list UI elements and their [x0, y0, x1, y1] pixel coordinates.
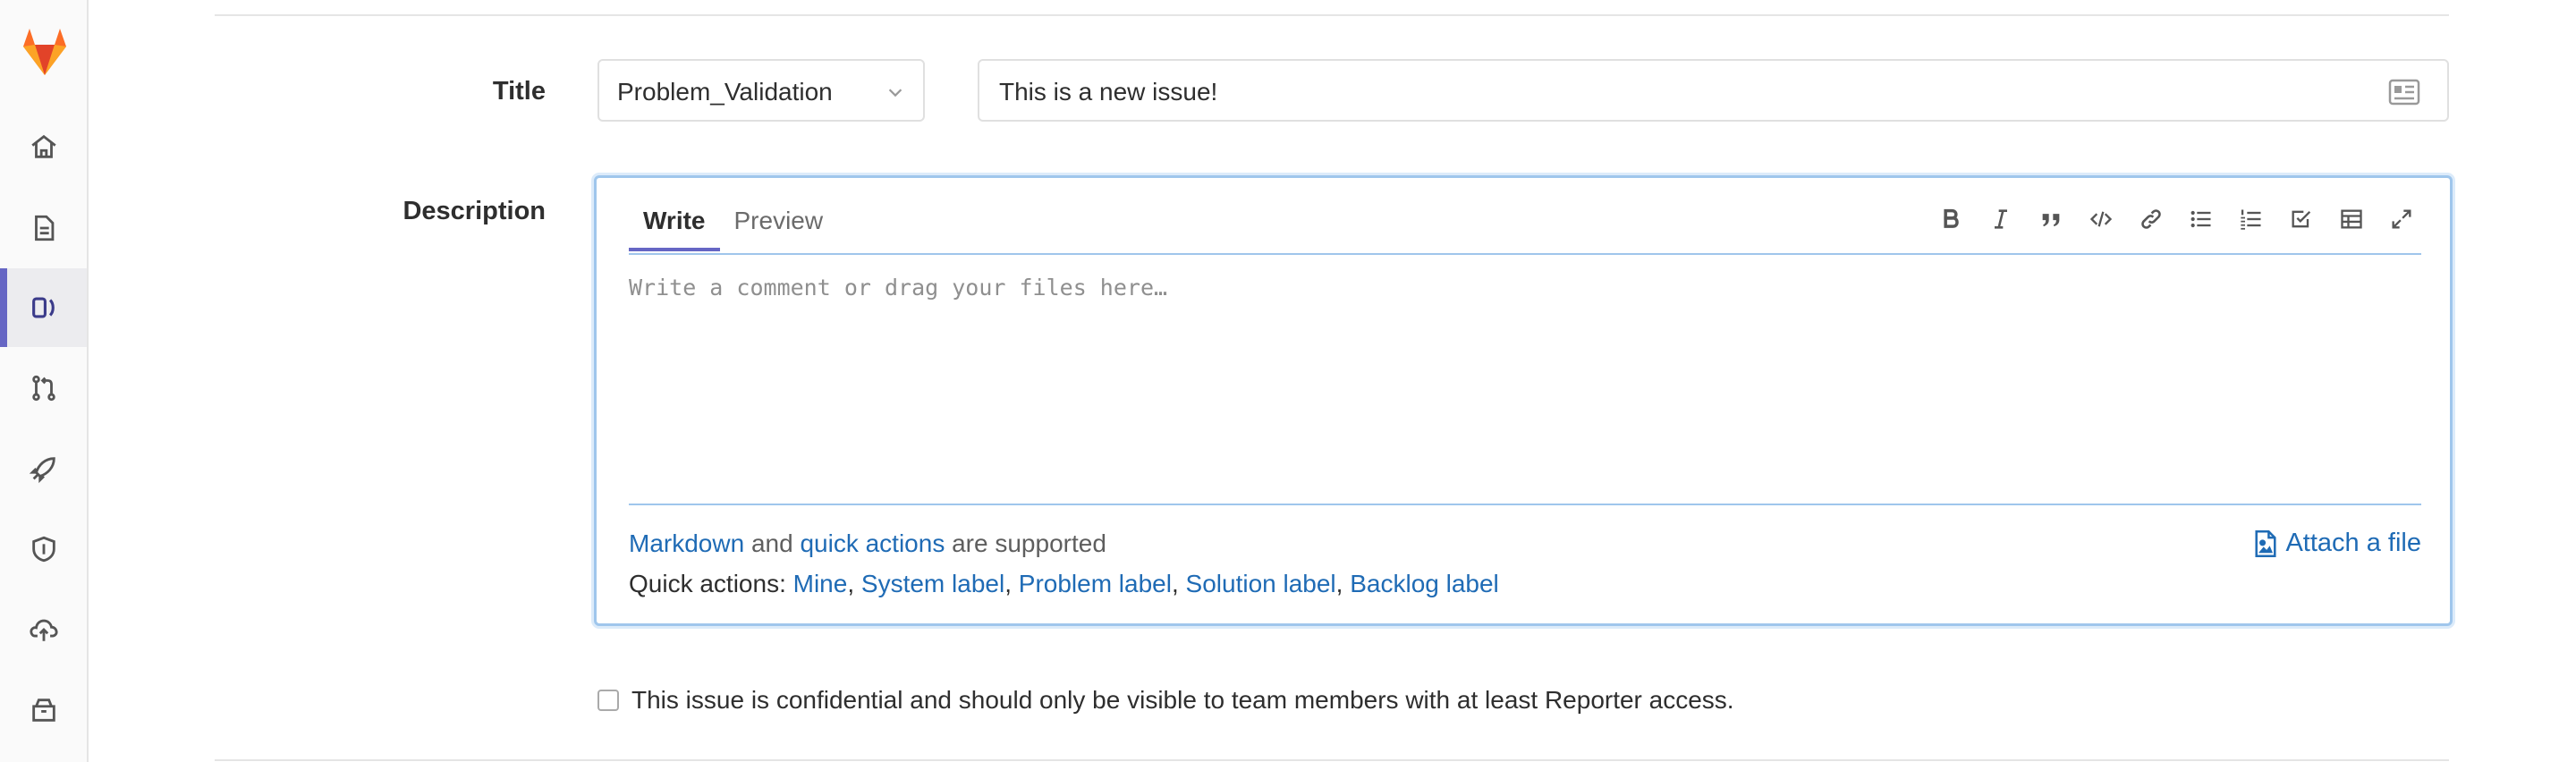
shield-icon	[31, 536, 55, 563]
numbered-list-button[interactable]	[2235, 203, 2267, 235]
table-icon	[2341, 209, 2362, 229]
description-label: Description	[402, 197, 546, 225]
document-icon	[34, 215, 54, 241]
top-divider	[215, 14, 2449, 16]
merge-request-icon	[31, 375, 55, 402]
confidential-option: This issue is confidential and should on…	[597, 686, 1734, 715]
attach-file-label: Attach a file	[2285, 529, 2421, 557]
attach-file-button[interactable]: Attach a file	[2253, 529, 2421, 558]
description-textarea[interactable]	[629, 255, 2421, 502]
confidential-checkbox[interactable]	[597, 690, 619, 711]
task-list-button[interactable]	[2285, 203, 2318, 235]
sidebar-item-packages[interactable]	[0, 671, 87, 749]
code-button[interactable]	[2085, 203, 2117, 235]
sidebar-item-project-overview[interactable]	[0, 107, 87, 186]
chevron-down-icon	[888, 89, 902, 97]
cloud-upload-icon	[29, 619, 58, 641]
editor-footer-divider	[629, 504, 2421, 505]
quick-action-item[interactable]: Mine	[793, 570, 848, 597]
bold-button[interactable]	[1935, 203, 1967, 235]
fullscreen-icon	[2392, 209, 2411, 229]
bullet-list-icon	[2190, 210, 2211, 228]
bottom-divider	[215, 759, 2449, 761]
tab-preview[interactable]: Preview	[720, 199, 838, 254]
sidebar	[0, 0, 89, 762]
template-select[interactable]: Problem_Validation	[597, 59, 925, 122]
sidebar-item-operations[interactable]	[0, 590, 87, 669]
image-file-icon	[2255, 529, 2277, 557]
italic-icon	[1995, 209, 2007, 229]
issues-icon	[31, 297, 55, 318]
quote-button[interactable]	[2035, 203, 2067, 235]
supported-text: are supported	[952, 529, 1106, 557]
package-icon	[31, 698, 55, 722]
quick-actions-row: Quick actions: Mine, System label, Probl…	[629, 570, 1499, 597]
sidebar-item-issues[interactable]	[0, 268, 87, 347]
title-label: Title	[492, 77, 546, 106]
quick-action-item[interactable]: System label	[861, 570, 1004, 597]
markdown-hint: Markdown and quick actions are supported	[629, 529, 1106, 558]
sidebar-item-repository[interactable]	[0, 189, 87, 267]
template-select-value: Problem_Validation	[617, 78, 833, 106]
quick-actions-link[interactable]: quick actions	[800, 529, 945, 557]
title-input[interactable]: This is a new issue!	[978, 59, 2449, 122]
quick-action-item[interactable]: Backlog label	[1350, 570, 1499, 597]
bold-icon	[1944, 208, 1959, 228]
link-icon	[2141, 209, 2161, 229]
sidebar-item-security[interactable]	[0, 510, 87, 588]
quote-icon	[2042, 214, 2060, 227]
description-editor: Write Preview Write a comment or drag yo…	[594, 175, 2453, 626]
sidebar-item-merge-requests[interactable]	[0, 349, 87, 428]
quick-actions-label: Quick actions:	[629, 570, 786, 597]
tab-write[interactable]: Write	[629, 199, 720, 254]
link-button[interactable]	[2135, 203, 2167, 235]
markdown-toolbar	[1935, 203, 2418, 235]
bullet-list-button[interactable]	[2185, 203, 2217, 235]
quick-action-item[interactable]: Solution label	[1186, 570, 1336, 597]
confidential-label[interactable]: This issue is confidential and should on…	[631, 686, 1734, 715]
fullscreen-button[interactable]	[2385, 203, 2418, 235]
autofill-card-icon[interactable]	[2388, 79, 2420, 106]
markdown-link[interactable]: Markdown	[629, 529, 744, 557]
and-text: and	[750, 529, 793, 557]
code-icon	[2089, 211, 2113, 227]
numbered-list-icon	[2241, 209, 2261, 230]
table-button[interactable]	[2335, 203, 2368, 235]
title-input-value: This is a new issue!	[999, 78, 1218, 106]
quick-action-item[interactable]: Problem label	[1019, 570, 1172, 597]
sidebar-item-ci-cd[interactable]	[0, 429, 87, 508]
rocket-icon	[29, 457, 55, 484]
editor-tabs: Write Preview	[629, 178, 837, 254]
gitlab-logo[interactable]	[20, 25, 70, 77]
task-list-icon	[2292, 210, 2311, 228]
italic-button[interactable]	[1985, 203, 2017, 235]
home-icon	[30, 134, 56, 158]
